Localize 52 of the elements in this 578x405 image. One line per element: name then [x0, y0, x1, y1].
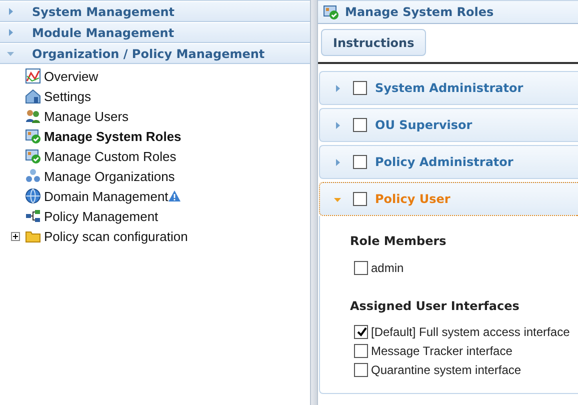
house-icon — [25, 88, 41, 104]
nav-item[interactable]: Manage Custom Roles — [44, 148, 176, 164]
caret-down-icon — [6, 49, 15, 58]
users-icon — [25, 108, 41, 124]
nav-item[interactable]: Settings — [44, 88, 91, 104]
checkbox[interactable] — [353, 192, 367, 206]
nav-item[interactable]: Policy scan configuration — [44, 228, 188, 244]
splitter-handle[interactable] — [310, 0, 318, 405]
section-heading: Role Members — [350, 234, 448, 248]
role-name: Policy Administrator — [375, 155, 514, 169]
nav-item[interactable]: Manage Organizations — [44, 168, 175, 184]
role-name: Policy User — [375, 192, 450, 206]
checkbox[interactable] — [354, 362, 368, 376]
caret-right-icon — [333, 84, 342, 92]
accordion-header[interactable]: System Management — [0, 1, 310, 22]
caret-right-icon — [333, 120, 342, 130]
panel-title: Manage System Roles — [345, 5, 494, 19]
role-header[interactable]: Policy Administrator — [319, 145, 578, 179]
role-header[interactable]: System Administrator — [319, 71, 578, 105]
nav-item[interactable]: Manage System Roles — [44, 128, 182, 144]
checkbox[interactable] — [353, 118, 367, 132]
checkbox[interactable] — [354, 260, 368, 274]
section-heading: Assigned User Interfaces — [350, 299, 520, 313]
accordion-header[interactable]: Organization / Policy Management — [0, 43, 310, 64]
instructions-button[interactable]: Instructions — [321, 29, 426, 56]
checkbox[interactable] — [353, 81, 367, 95]
nav-item[interactable]: Manage Users — [44, 108, 129, 124]
check-badge-icon — [25, 128, 41, 144]
nav-item[interactable]: Overview — [44, 68, 98, 84]
role-header[interactable]: OU Supervisor — [319, 108, 578, 142]
globe-icon — [25, 188, 41, 204]
nav-item[interactable]: Policy Management — [44, 208, 158, 224]
expand-icon[interactable] — [11, 232, 20, 240]
accordion-header[interactable]: Module Management — [0, 22, 310, 43]
check-badge-icon — [323, 4, 339, 20]
checkbox[interactable] — [354, 344, 368, 358]
checkbox[interactable] — [354, 324, 368, 338]
role-name: System Administrator — [375, 81, 524, 95]
flow-icon — [25, 208, 41, 224]
nav-item[interactable]: Domain Management — [44, 188, 168, 204]
checkbox-label: admin — [371, 260, 404, 274]
caret-right-icon — [333, 158, 342, 166]
checkbox-label: Quarantine system interface — [371, 362, 522, 376]
network-icon — [25, 168, 41, 184]
checkbox-label: Message Tracker interface — [371, 344, 512, 358]
chart-icon — [25, 68, 41, 84]
caret-right-icon — [6, 28, 15, 37]
caret-right-icon — [6, 7, 15, 16]
check-badge-icon — [25, 148, 41, 164]
checkbox-label: [Default] Full system access interface — [371, 324, 570, 338]
role-name: OU Supervisor — [375, 118, 472, 132]
checkbox[interactable] — [353, 155, 367, 169]
